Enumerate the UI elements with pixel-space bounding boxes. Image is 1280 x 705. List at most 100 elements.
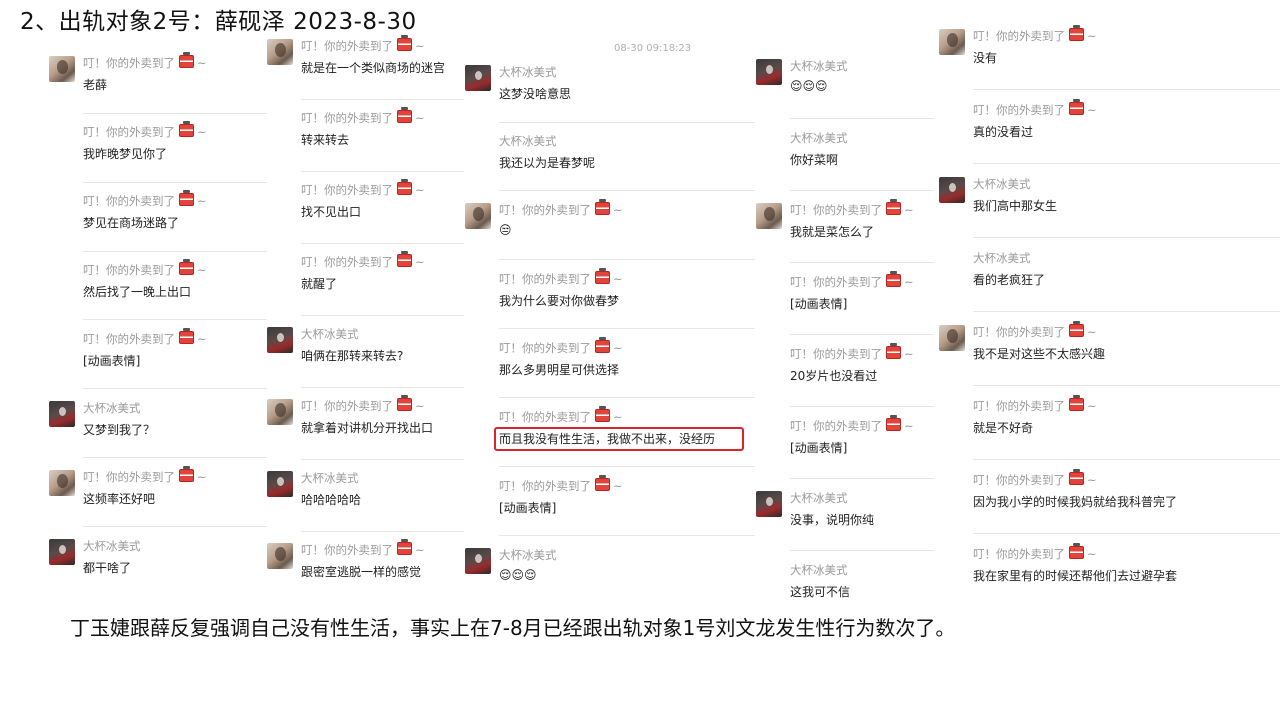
message-text: 我们高中那女生: [973, 199, 1058, 213]
avatar[interactable]: [939, 177, 965, 203]
chat-message: 叮！你的外卖到了 ~ [动画表情]: [465, 469, 755, 527]
avatar[interactable]: [49, 539, 75, 565]
avatar[interactable]: [267, 543, 293, 569]
message-divider: [973, 237, 1280, 238]
message-divider: [301, 531, 463, 532]
takeout-box-icon: [886, 415, 901, 431]
message-divider: [83, 251, 267, 252]
avatar[interactable]: [267, 471, 293, 497]
sender-name: 叮！你的外卖到了 ~: [790, 415, 914, 433]
message-text: 就醒了: [301, 277, 338, 291]
avatar[interactable]: [465, 65, 491, 91]
takeout-box-icon: [595, 268, 610, 284]
chat-message: 叮！你的外卖到了 ~ [动画表情]: [756, 409, 934, 467]
sender-name: 叮！你的外卖到了 ~: [499, 406, 623, 424]
avatar[interactable]: [939, 325, 965, 351]
chat-message: 叮！你的外卖到了 ~ 就是在一个类似商场的迷宫: [267, 29, 463, 87]
message-divider: [499, 397, 755, 398]
chat-message: 叮！你的外卖到了 ~ 转来转去: [267, 101, 463, 159]
chat-message: 叮！你的外卖到了 ~ 找不见出口: [267, 173, 463, 231]
takeout-box-icon: [179, 121, 194, 137]
message-divider: [790, 262, 934, 263]
chat-message: 大杯冰美式 这梦没啥意思: [465, 55, 755, 113]
sender-name: 叮！你的外卖到了 ~: [973, 25, 1097, 43]
message-divider: [973, 311, 1280, 312]
sender-name: 大杯冰美式: [499, 548, 557, 562]
takeout-box-icon: [179, 190, 194, 206]
avatar[interactable]: [49, 470, 75, 496]
takeout-box-icon: [1069, 469, 1084, 485]
chat-message: 叮！你的外卖到了 ~ 就是不好奇: [939, 389, 1280, 447]
sender-name: 大杯冰美式: [301, 327, 359, 341]
avatar[interactable]: [756, 491, 782, 517]
chat-message: 叮！你的外卖到了 ~ [动画表情]: [49, 322, 267, 380]
message-divider: [83, 526, 267, 527]
avatar[interactable]: [939, 29, 965, 55]
message-text: 咱俩在那转来转去?: [301, 349, 404, 363]
message-text: 😒: [499, 223, 512, 237]
sender-name: 大杯冰美式: [301, 471, 359, 485]
sender-name: 叮！你的外卖到了 ~: [83, 52, 207, 70]
message-text: [动画表情]: [499, 501, 557, 515]
chat-message: 叮！你的外卖到了 ~ 那么多男明星可供选择: [465, 331, 755, 389]
sender-name: 大杯冰美式: [790, 563, 848, 577]
message-text: 就拿着对讲机分开找出口: [301, 421, 434, 435]
message-text: 因为我小学的时候我妈就给我科普完了: [973, 495, 1178, 509]
sender-name: 叮！你的外卖到了 ~: [973, 99, 1097, 117]
avatar[interactable]: [49, 56, 75, 82]
sender-name: 大杯冰美式: [499, 134, 557, 148]
avatar[interactable]: [267, 39, 293, 65]
sender-name: 叮！你的外卖到了 ~: [499, 268, 623, 286]
chat-message: 大杯冰美式 看的老疯狂了: [939, 241, 1280, 299]
chat-message: 叮！你的外卖到了 ~ 然后找了一晚上出口: [49, 253, 267, 311]
message-text: 我昨晚梦见你了: [83, 147, 168, 161]
avatar[interactable]: [267, 327, 293, 353]
chat-message: 大杯冰美式 😌😌😌: [465, 538, 755, 596]
chat-message: 大杯冰美式又梦到我了？: [49, 391, 267, 449]
sender-name: 叮！你的外卖到了 ~: [301, 107, 425, 125]
message-divider: [301, 315, 463, 316]
takeout-box-icon: [179, 52, 194, 68]
message-divider: [301, 459, 463, 460]
message-text: 找不见出口: [301, 205, 362, 219]
message-text: 都干啥了: [83, 561, 132, 575]
chat-message: 叮！你的外卖到了 ~ [动画表情]: [756, 265, 934, 323]
sender-name: 大杯冰美式: [499, 65, 557, 79]
sender-name: 大杯冰美式: [973, 177, 1031, 191]
chat-message: 大杯冰美式 都干啥了: [49, 529, 267, 587]
takeout-box-icon: [397, 35, 412, 51]
sender-name: 叮！你的外卖到了 ~: [301, 539, 425, 557]
sender-name: 大杯冰美式: [790, 59, 848, 73]
message-text: 又梦到我了？: [83, 423, 156, 437]
message-text: [动画表情]: [790, 297, 848, 311]
sender-name: 大杯冰美式: [790, 491, 848, 505]
sender-name: 叮！你的外卖到了 ~: [790, 199, 914, 217]
sender-name: 叮！你的外卖到了 ~: [83, 328, 207, 346]
message-text: 然后找了一晚上出口: [83, 285, 192, 299]
chat-message: 叮！你的外卖到了 ~ 我在家里有的时候还帮他们去过避孕套: [939, 537, 1280, 595]
message-divider: [790, 118, 934, 119]
message-divider: [790, 406, 934, 407]
message-divider: [83, 182, 267, 183]
message-text: 这我可不信: [790, 585, 851, 599]
avatar[interactable]: [465, 548, 491, 574]
message-divider: [301, 171, 463, 172]
avatar[interactable]: [465, 203, 491, 229]
avatar[interactable]: [756, 203, 782, 229]
sender-name: 大杯冰美式: [83, 401, 141, 415]
avatar[interactable]: [49, 401, 75, 427]
sender-name: 叮！你的外卖到了 ~: [83, 259, 207, 277]
message-divider: [499, 259, 755, 260]
message-text: 跟密室逃脱一样的感觉: [301, 565, 422, 579]
takeout-box-icon: [595, 475, 610, 491]
chat-message: 叮！你的外卖到了 ~ 梦见在商场迷路了: [49, 184, 267, 242]
avatar[interactable]: [756, 59, 782, 85]
avatar[interactable]: [267, 399, 293, 425]
message-divider: [790, 334, 934, 335]
message-text: 就是在一个类似商场的迷宫: [301, 61, 446, 75]
message-text: 我在家里有的时候还帮他们去过避孕套: [973, 569, 1178, 583]
message-text: [动画表情]: [790, 441, 848, 455]
message-divider: [301, 99, 463, 100]
message-divider: [790, 190, 934, 191]
chat-message: 叮！你的外卖到了 ~ 我为什么要对你做春梦: [465, 262, 755, 320]
